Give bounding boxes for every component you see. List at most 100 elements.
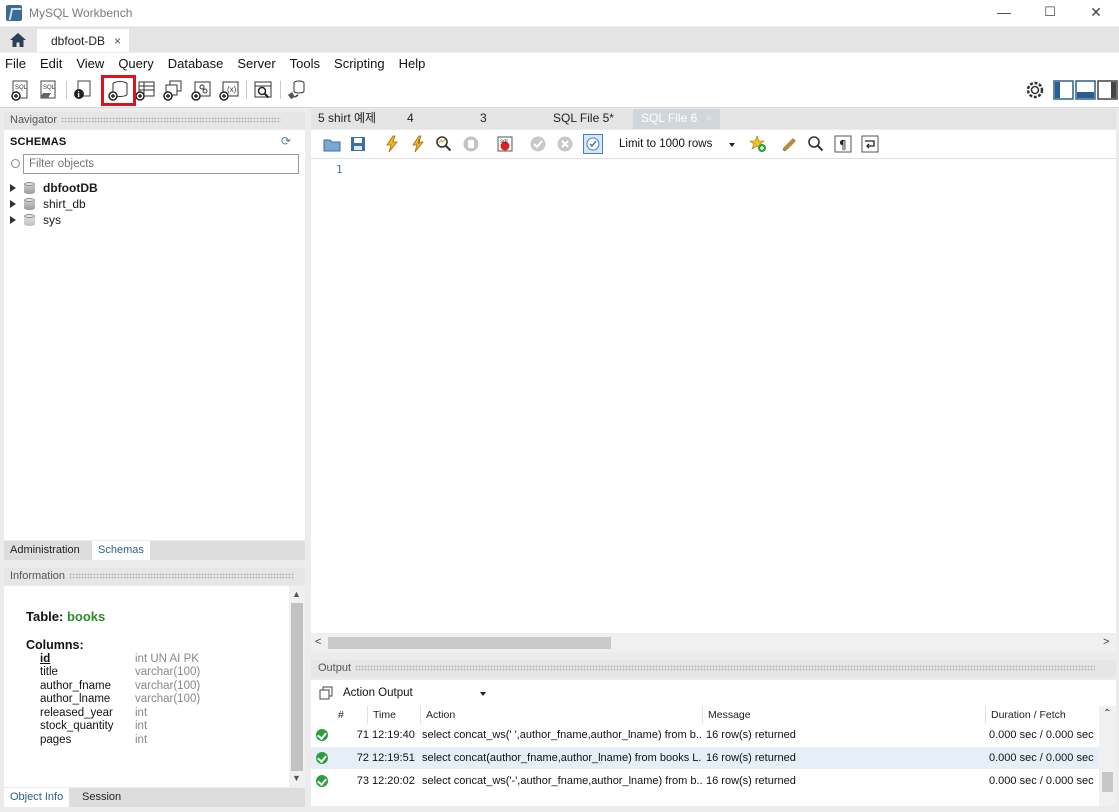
execute-current-icon[interactable]: I bbox=[409, 135, 427, 153]
connection-tab[interactable]: dbfoot-DB × bbox=[37, 29, 129, 52]
create-table-icon[interactable] bbox=[134, 79, 156, 101]
column-type: int UN AI PK bbox=[135, 653, 199, 665]
menu-file[interactable]: File bbox=[0, 56, 31, 71]
find-icon[interactable] bbox=[807, 135, 825, 153]
open-sql-script-icon[interactable]: SQL bbox=[38, 79, 60, 101]
editor-horizontal-scrollbar[interactable]: < > bbox=[311, 634, 1116, 652]
menu-help[interactable]: Help bbox=[394, 56, 431, 71]
row-number: 71 bbox=[356, 729, 369, 741]
toggle-error-stop-icon[interactable]: sql bbox=[496, 135, 514, 153]
header-grip bbox=[69, 573, 295, 580]
information-scrollbar[interactable]: ▲ ▼ bbox=[289, 586, 305, 787]
column-name: id bbox=[40, 653, 51, 665]
tab-administration[interactable]: Administration bbox=[4, 541, 86, 560]
column-header[interactable]: Time bbox=[368, 706, 421, 724]
home-tab[interactable] bbox=[5, 30, 31, 50]
create-function-icon[interactable]: (x) bbox=[218, 79, 240, 101]
tab-schemas[interactable]: Schemas bbox=[92, 541, 150, 560]
column-name: title bbox=[40, 666, 58, 678]
minimize-button[interactable]: — bbox=[981, 0, 1027, 24]
close-tab-icon[interactable]: × bbox=[705, 111, 712, 125]
tab-session[interactable]: Session bbox=[76, 788, 127, 807]
scroll-right-icon[interactable]: > bbox=[1103, 636, 1109, 648]
column-header[interactable]: Duration / Fetch bbox=[986, 706, 1099, 724]
scroll-thumb[interactable] bbox=[328, 637, 611, 649]
open-file-icon[interactable] bbox=[323, 135, 341, 153]
scroll-thumb[interactable] bbox=[1102, 772, 1113, 792]
commit-icon[interactable] bbox=[529, 135, 547, 153]
reconnect-icon[interactable] bbox=[286, 79, 308, 101]
output-row[interactable]: 72 12:19:51 select concat(author_fname,a… bbox=[311, 747, 1099, 769]
editor-tab-active[interactable]: SQL File 6 × bbox=[633, 109, 721, 129]
filter-objects-input[interactable] bbox=[29, 158, 293, 170]
output-vertical-scrollbar[interactable]: ⌃ bbox=[1099, 706, 1116, 806]
column-header[interactable]: Message bbox=[703, 706, 986, 724]
schema-item[interactable]: dbfootDB bbox=[10, 180, 98, 196]
refresh-schemas-icon[interactable]: ⟳ bbox=[281, 135, 295, 147]
menu-bar: File Edit View Query Database Server Too… bbox=[0, 53, 1119, 73]
rollback-icon[interactable] bbox=[556, 135, 574, 153]
stop-icon[interactable] bbox=[462, 135, 480, 153]
editor-tab[interactable]: 4 bbox=[407, 109, 414, 129]
output-type-select[interactable]: Action Output bbox=[339, 684, 489, 703]
output-row[interactable]: 73 12:20:02 select concat_ws('-',author_… bbox=[311, 770, 1099, 792]
scroll-up-icon[interactable]: ⌃ bbox=[1103, 708, 1111, 719]
create-procedure-icon[interactable] bbox=[190, 79, 212, 101]
invisible-characters-icon[interactable]: ¶ bbox=[834, 135, 852, 153]
expand-arrow-icon[interactable] bbox=[10, 184, 16, 192]
explain-icon[interactable] bbox=[435, 135, 453, 153]
menu-server[interactable]: Server bbox=[232, 56, 280, 71]
editor-tab[interactable]: 5 shirt 예제 bbox=[318, 109, 376, 129]
chevron-down-icon bbox=[480, 692, 486, 696]
add-snippet-icon[interactable] bbox=[749, 135, 767, 153]
toggle-secondary-sidebar-icon[interactable] bbox=[1097, 79, 1118, 101]
menu-database[interactable]: Database bbox=[163, 56, 229, 71]
row-action: select concat_ws('-',author_fname,author… bbox=[422, 775, 702, 787]
toggle-output-icon[interactable] bbox=[1075, 79, 1096, 101]
create-view-icon[interactable] bbox=[162, 79, 184, 101]
filter-objects-input-box[interactable] bbox=[23, 154, 299, 174]
tab-object-info[interactable]: Object Info bbox=[4, 788, 70, 807]
schema-item[interactable]: shirt_db bbox=[10, 196, 86, 212]
scroll-thumb[interactable] bbox=[291, 603, 303, 771]
column-header[interactable]: Action bbox=[421, 706, 703, 724]
search-table-data-icon[interactable] bbox=[252, 79, 274, 101]
column-type: int bbox=[135, 707, 148, 719]
menu-scripting[interactable]: Scripting bbox=[329, 56, 390, 71]
beautify-icon[interactable] bbox=[781, 135, 799, 153]
row-duration: 0.000 sec / 0.000 sec bbox=[989, 729, 1094, 741]
home-icon bbox=[10, 33, 26, 47]
new-sql-tab-icon[interactable]: SQL bbox=[10, 79, 32, 101]
close-button[interactable]: ✕ bbox=[1073, 0, 1119, 24]
row-number: 72 bbox=[356, 752, 369, 764]
close-tab-icon[interactable]: × bbox=[114, 34, 121, 48]
column-header[interactable]: # bbox=[333, 706, 368, 724]
scroll-down-icon[interactable]: ▼ bbox=[292, 773, 301, 783]
editor-tab[interactable]: SQL File 5* bbox=[553, 109, 614, 129]
copy-output-icon[interactable] bbox=[319, 686, 333, 700]
database-icon bbox=[24, 181, 35, 195]
menu-tools[interactable]: Tools bbox=[285, 56, 325, 71]
wrap-lines-icon[interactable] bbox=[861, 135, 879, 153]
row-time: 12:19:51 bbox=[372, 752, 415, 764]
sql-editor[interactable]: 1 bbox=[311, 159, 1116, 633]
menu-edit[interactable]: Edit bbox=[35, 56, 67, 71]
menu-query[interactable]: Query bbox=[113, 56, 158, 71]
maximize-button[interactable]: ☐ bbox=[1027, 0, 1073, 24]
scroll-left-icon[interactable]: < bbox=[315, 636, 321, 648]
limit-rows-select[interactable]: Limit to 1000 rows bbox=[613, 135, 739, 154]
expand-arrow-icon[interactable] bbox=[10, 200, 16, 208]
toggle-sidebar-icon[interactable] bbox=[1053, 79, 1074, 101]
autocommit-toggle-icon[interactable] bbox=[583, 134, 603, 154]
execute-icon[interactable] bbox=[383, 135, 401, 153]
inspector-icon[interactable]: i bbox=[72, 79, 94, 101]
editor-tab[interactable]: 3 bbox=[480, 109, 487, 129]
expand-arrow-icon[interactable] bbox=[10, 216, 16, 224]
menu-view[interactable]: View bbox=[71, 56, 109, 71]
scroll-up-icon[interactable]: ▲ bbox=[292, 589, 301, 599]
output-row[interactable]: 71 12:19:40 select concat_ws(' ',author_… bbox=[311, 724, 1099, 746]
settings-gear-icon[interactable] bbox=[1024, 79, 1046, 101]
limit-rows-value: Limit to 1000 rows bbox=[619, 138, 713, 150]
schema-item[interactable]: sys bbox=[10, 212, 61, 228]
save-icon[interactable] bbox=[349, 135, 367, 153]
